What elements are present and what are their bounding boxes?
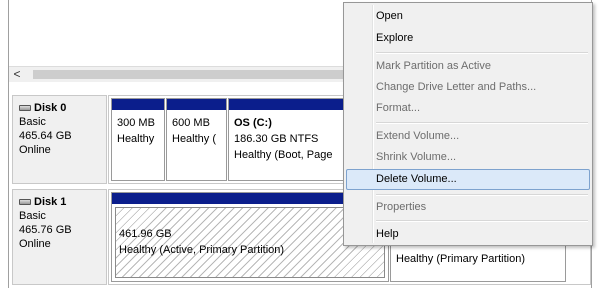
partition-info: 600 MB Healthy ( — [172, 115, 224, 147]
menu-separator — [376, 220, 588, 222]
menu-separator — [376, 52, 588, 54]
partition-size: 600 MB — [172, 117, 210, 129]
disk-0-title: Disk 0 — [19, 101, 106, 115]
disk-name: Disk 0 — [34, 102, 67, 114]
menu-item-change-drive-letter[interactable]: Change Drive Letter and Paths... — [346, 77, 590, 98]
partition-status: Healthy — [117, 133, 155, 145]
menu-separator — [376, 194, 588, 196]
partition-info: Healthy (Primary Partition) — [396, 251, 563, 267]
scrollbar-thumb[interactable] — [33, 70, 353, 79]
partition-status: Healthy ( — [172, 133, 217, 145]
disk-status: Online — [19, 144, 51, 156]
menu-item-format[interactable]: Format... — [346, 98, 590, 119]
partition-status: Healthy (Primary Partition) — [396, 253, 525, 265]
menu-item-extend-volume[interactable]: Extend Volume... — [346, 126, 590, 147]
menu-item-explore[interactable]: Explore — [346, 28, 590, 49]
disk-size: 465.76 GB — [19, 224, 72, 236]
partition-system-reserved[interactable]: 300 MB Healthy — [111, 98, 165, 181]
partition-info: 300 MB Healthy — [117, 115, 162, 147]
menu-item-mark-active[interactable]: Mark Partition as Active — [346, 56, 590, 77]
disk-drive-icon — [19, 199, 31, 205]
disk-type: Basic — [19, 210, 46, 222]
menu-separator — [376, 122, 588, 124]
partition-size: 300 MB — [117, 117, 155, 129]
partition-bar — [167, 99, 226, 110]
menu-item-shrink-volume[interactable]: Shrink Volume... — [346, 147, 590, 168]
disk-drive-icon — [19, 105, 31, 111]
partition-recovery[interactable]: 600 MB Healthy ( — [166, 98, 227, 181]
disk-0-label[interactable]: Disk 0 Basic 465.64 GB Online — [12, 95, 107, 184]
menu-item-open[interactable]: Open — [346, 6, 590, 27]
disk-type: Basic — [19, 116, 46, 128]
menu-item-help[interactable]: Help — [346, 224, 590, 245]
disk-1-title: Disk 1 — [19, 195, 106, 209]
menu-item-properties[interactable]: Properties — [346, 197, 590, 218]
disk-name: Disk 1 — [34, 196, 67, 208]
context-menu: Open Explore Mark Partition as Active Ch… — [343, 2, 593, 246]
partition-bar — [112, 99, 164, 110]
disk-1-label[interactable]: Disk 1 Basic 465.76 GB Online — [12, 189, 107, 285]
menu-item-delete-volume[interactable]: Delete Volume... — [346, 169, 590, 190]
scroll-left-arrow-icon[interactable]: < — [11, 67, 23, 82]
disk-size: 465.64 GB — [19, 130, 72, 142]
disk-status: Online — [19, 238, 51, 250]
